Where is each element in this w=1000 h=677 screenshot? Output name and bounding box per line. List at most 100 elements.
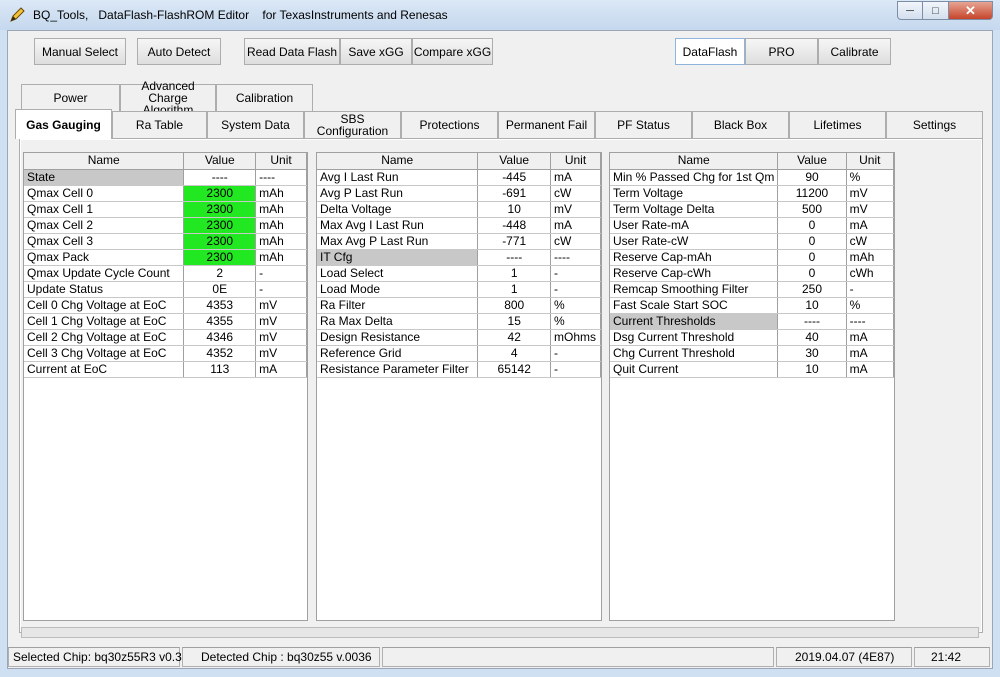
maximize-button[interactable]: □ bbox=[923, 1, 949, 20]
tab-power[interactable]: Power bbox=[21, 84, 120, 111]
tab-protections[interactable]: Protections bbox=[401, 111, 498, 138]
table-row[interactable]: Remcap Smoothing Filter 250- bbox=[610, 281, 895, 298]
parameter-value-cell[interactable]: 2300 bbox=[183, 201, 257, 218]
parameter-value-cell[interactable]: 2300 bbox=[183, 185, 257, 202]
table-row[interactable]: Design Resistance 42 mOhms bbox=[317, 329, 601, 346]
parameter-value-cell[interactable]: 500 bbox=[777, 201, 847, 218]
parameter-value-cell[interactable]: 4353 bbox=[183, 297, 257, 314]
parameter-value-cell[interactable]: 2300 bbox=[183, 217, 257, 234]
parameter-value-cell[interactable]: 0 bbox=[777, 217, 847, 234]
parameter-value-cell[interactable]: ---- bbox=[183, 169, 257, 186]
parameter-value-cell[interactable]: 10 bbox=[477, 201, 551, 218]
table-row[interactable]: Qmax Cell 1 2300 mAh bbox=[24, 201, 307, 218]
close-button[interactable]: ✕ bbox=[949, 1, 993, 20]
tab-permanent-fail[interactable]: Permanent Fail bbox=[498, 111, 595, 138]
parameter-value-cell[interactable]: -445 bbox=[477, 169, 551, 186]
table-row[interactable]: Delta Voltage 10 mV bbox=[317, 201, 601, 218]
parameter-value-cell[interactable]: -771 bbox=[477, 233, 551, 250]
parameter-value-cell[interactable]: 10 bbox=[777, 361, 847, 378]
table-row[interactable]: Min % Passed Chg for 1st Qm 90% bbox=[610, 169, 895, 186]
table-row[interactable]: Reserve Cap-cWh 0 cWh bbox=[610, 265, 895, 282]
table-row[interactable]: Qmax Update Cycle Count 2- bbox=[24, 265, 307, 282]
tab-ra-table[interactable]: Ra Table bbox=[112, 111, 207, 138]
save-xgg-button[interactable]: Save xGG bbox=[340, 38, 412, 65]
tab-advanced-charge-algorithm[interactable]: Advanced Charge Algorithm bbox=[120, 80, 216, 116]
tab-lifetimes[interactable]: Lifetimes bbox=[789, 111, 886, 138]
table-row[interactable]: Dsg Current Threshold 40 mA bbox=[610, 329, 895, 346]
parameter-value-cell[interactable]: 90 bbox=[777, 169, 847, 186]
table-row[interactable]: Resistance Parameter Filter 65142- bbox=[317, 361, 601, 378]
table-row[interactable]: User Rate-cW 0 cW bbox=[610, 233, 895, 250]
parameter-value-cell[interactable]: ---- bbox=[777, 313, 847, 330]
parameter-value-cell[interactable]: -691 bbox=[477, 185, 551, 202]
parameter-value-cell[interactable]: ---- bbox=[477, 249, 551, 266]
tab-pf-status[interactable]: PF Status bbox=[595, 111, 692, 138]
parameter-value-cell[interactable]: 113 bbox=[183, 361, 257, 378]
table-row[interactable]: Cell 2 Chg Voltage at EoC 4346 mV bbox=[24, 329, 307, 346]
compare-xgg-button[interactable]: Compare xGG bbox=[412, 38, 493, 65]
parameter-value-cell[interactable]: 65142 bbox=[477, 361, 551, 378]
table-row[interactable]: Ra Filter 800% bbox=[317, 297, 601, 314]
table-row[interactable]: Update Status 0E - bbox=[24, 281, 307, 298]
parameter-value-cell[interactable]: 1 bbox=[477, 265, 551, 282]
table-row[interactable]: Load Select 1- bbox=[317, 265, 601, 282]
parameter-value-cell[interactable]: 0 bbox=[777, 233, 847, 250]
tab-system-data[interactable]: System Data bbox=[207, 111, 304, 138]
table-row[interactable]: Qmax Cell 0 2300 mAh bbox=[24, 185, 307, 202]
parameter-value-cell[interactable]: 15 bbox=[477, 313, 551, 330]
parameter-value-cell[interactable]: 0 bbox=[777, 265, 847, 282]
table-row[interactable]: Max Avg P Last Run -771 cW bbox=[317, 233, 601, 250]
table-row[interactable]: State ---- ---- bbox=[24, 169, 307, 186]
parameter-value-cell[interactable]: 800 bbox=[477, 297, 551, 314]
parameter-value-cell[interactable]: 2 bbox=[183, 265, 257, 282]
table-row[interactable]: Cell 3 Chg Voltage at EoC 4352 mV bbox=[24, 345, 307, 362]
table-row[interactable]: Current Thresholds ---- ---- bbox=[610, 313, 895, 330]
table-row[interactable]: Quit Current 10 mA bbox=[610, 361, 895, 378]
gas-gauging-grid-2[interactable]: Name Value Unit Avg I Last Run -445 mA Avg … bbox=[316, 152, 602, 621]
table-row[interactable]: Cell 1 Chg Voltage at EoC 4355 mV bbox=[24, 313, 307, 330]
table-row[interactable]: Max Avg I Last Run -448 mA bbox=[317, 217, 601, 234]
parameter-value-cell[interactable]: 10 bbox=[777, 297, 847, 314]
parameter-value-cell[interactable]: 0E bbox=[183, 281, 257, 298]
tab-calibration[interactable]: Calibration bbox=[216, 84, 313, 111]
table-row[interactable]: Qmax Cell 3 2300 mAh bbox=[24, 233, 307, 250]
parameter-value-cell[interactable]: 4346 bbox=[183, 329, 257, 346]
table-row[interactable]: Reserve Cap-mAh 0 mAh bbox=[610, 249, 895, 266]
parameter-value-cell[interactable]: 2300 bbox=[183, 249, 257, 266]
table-row[interactable]: Qmax Cell 2 2300 mAh bbox=[24, 217, 307, 234]
parameter-value-cell[interactable]: 1 bbox=[477, 281, 551, 298]
parameter-value-cell[interactable]: 4352 bbox=[183, 345, 257, 362]
calibrate-button[interactable]: Calibrate bbox=[818, 38, 891, 65]
table-row[interactable]: Chg Current Threshold 30 mA bbox=[610, 345, 895, 362]
tab-settings[interactable]: Settings bbox=[886, 111, 983, 138]
parameter-value-cell[interactable]: 2300 bbox=[183, 233, 257, 250]
parameter-value-cell[interactable]: 30 bbox=[777, 345, 847, 362]
gas-gauging-grid-1[interactable]: Name Value Unit State ---- ---- Qmax Cell 0… bbox=[23, 152, 308, 621]
tab-black-box[interactable]: Black Box bbox=[692, 111, 789, 138]
auto-detect-button[interactable]: Auto Detect bbox=[137, 38, 221, 65]
minimize-button[interactable]: ─ bbox=[897, 1, 923, 20]
parameter-value-cell[interactable]: 4355 bbox=[183, 313, 257, 330]
parameter-value-cell[interactable]: 40 bbox=[777, 329, 847, 346]
parameter-value-cell[interactable]: -448 bbox=[477, 217, 551, 234]
dataflash-button[interactable]: DataFlash bbox=[675, 38, 745, 65]
parameter-value-cell[interactable]: 42 bbox=[477, 329, 551, 346]
parameter-value-cell[interactable]: 11200 bbox=[777, 185, 847, 202]
table-row[interactable]: Qmax Pack 2300 mAh bbox=[24, 249, 307, 266]
table-row[interactable]: Current at EoC 113 mA bbox=[24, 361, 307, 378]
tab-sbs-configuration[interactable]: SBS Configuration bbox=[304, 111, 401, 138]
tab-gas-gauging[interactable]: Gas Gauging bbox=[15, 109, 112, 139]
table-row[interactable]: Ra Max Delta 15% bbox=[317, 313, 601, 330]
table-row[interactable]: Avg P Last Run -691 cW bbox=[317, 185, 601, 202]
manual-select-button[interactable]: Manual Select bbox=[34, 38, 126, 65]
pro-button[interactable]: PRO bbox=[745, 38, 818, 65]
table-row[interactable]: Fast Scale Start SOC 10% bbox=[610, 297, 895, 314]
table-row[interactable]: User Rate-mA 0 mA bbox=[610, 217, 895, 234]
parameter-value-cell[interactable]: 250 bbox=[777, 281, 847, 298]
table-row[interactable]: Term Voltage Delta 500 mV bbox=[610, 201, 895, 218]
parameter-value-cell[interactable]: 0 bbox=[777, 249, 847, 266]
read-data-flash-button[interactable]: Read Data Flash bbox=[244, 38, 340, 65]
table-row[interactable]: Reference Grid 4- bbox=[317, 345, 601, 362]
table-row[interactable]: Load Mode 1- bbox=[317, 281, 601, 298]
parameter-value-cell[interactable]: 4 bbox=[477, 345, 551, 362]
